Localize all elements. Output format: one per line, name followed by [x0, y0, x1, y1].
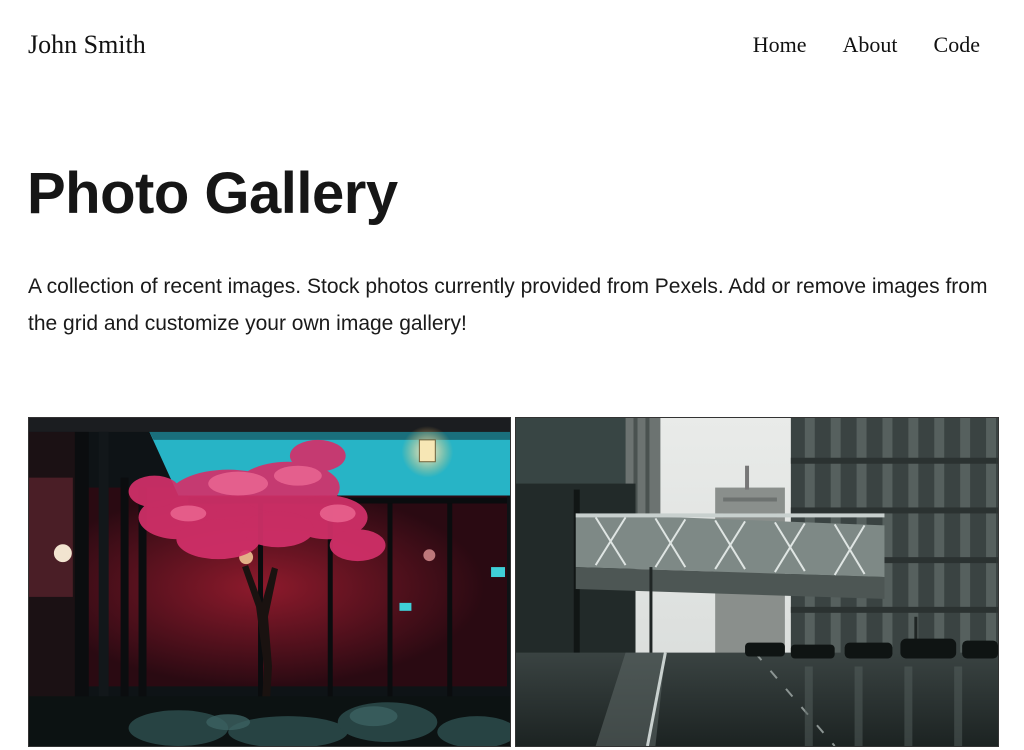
- nav-code-link[interactable]: Code: [934, 32, 980, 58]
- photo-tree-image: [29, 418, 510, 746]
- nav-home-link[interactable]: Home: [753, 32, 807, 58]
- site-brand-link[interactable]: John Smith: [28, 30, 146, 60]
- gallery-photo-city[interactable]: [515, 417, 999, 747]
- gallery-photo-tree[interactable]: [28, 417, 511, 747]
- page-title: Photo Gallery: [27, 161, 398, 226]
- photo-city-image: [516, 418, 998, 746]
- photo-gallery-grid: [28, 417, 999, 747]
- site-header: John Smith Home About Code: [0, 0, 1024, 92]
- nav-about-link[interactable]: About: [843, 32, 898, 58]
- main-nav: Home About Code: [753, 32, 980, 58]
- intro-paragraph: A collection of recent images. Stock pho…: [28, 275, 988, 335]
